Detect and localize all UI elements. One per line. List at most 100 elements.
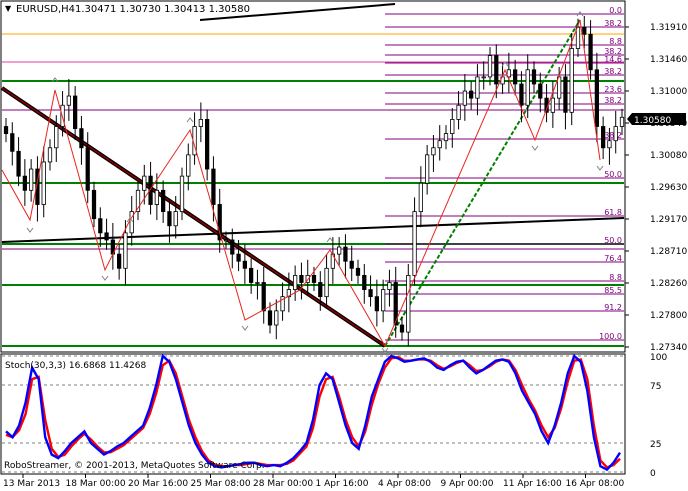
- time-tick-label: 4 Apr 08:00: [378, 479, 431, 489]
- time-tick-label: 13 Mar 2013: [3, 479, 60, 489]
- candle-body: [274, 310, 279, 326]
- candle-body: [362, 274, 367, 290]
- candle-body: [167, 211, 172, 227]
- candle-body: [387, 282, 392, 290]
- price-tick-label: 1.30080: [650, 151, 687, 161]
- fib-level-label: 23.6: [604, 85, 622, 94]
- fib-level-label: 50.0: [604, 170, 622, 179]
- price-tick-label: 1.31460: [650, 55, 687, 65]
- symbol-down-icon: ▼: [5, 4, 12, 13]
- candle-body: [173, 211, 178, 227]
- fib-level-label: 8.8: [609, 273, 622, 282]
- candle-body: [475, 76, 480, 99]
- candle-body: [3, 126, 9, 134]
- candle-body: [249, 267, 254, 283]
- candle-body: [450, 119, 455, 134]
- fib-level-label: 76.4: [604, 254, 622, 263]
- candle-body: [462, 90, 467, 106]
- fib-level-label: 14.6: [604, 55, 622, 64]
- candle-body: [299, 274, 304, 283]
- candle-body: [85, 147, 90, 191]
- fib-level-label: 0.0: [609, 6, 622, 15]
- candle-body: [223, 239, 229, 242]
- ohlc-values: 1.30471 1.30730 1.30413 1.30580: [75, 4, 250, 15]
- candle-body: [179, 175, 185, 212]
- symbol-label: EURUSD,H4: [16, 4, 75, 15]
- candle-body: [311, 274, 317, 283]
- fib-level-label: 38.2: [604, 131, 622, 140]
- time-tick-label: 16 Apr 08:00: [566, 479, 625, 489]
- candle-body: [412, 211, 417, 276]
- candle-body: [161, 189, 166, 212]
- candle-body: [418, 182, 423, 212]
- price-tick-label: 1.31000: [650, 87, 687, 97]
- candle-body: [525, 69, 530, 106]
- candle-body: [550, 97, 555, 113]
- fib-level-label: 8.8: [609, 37, 622, 46]
- candle-body: [337, 246, 342, 255]
- candle-body: [29, 168, 34, 191]
- candle-body: [91, 189, 97, 220]
- fib-level-label: 38.2: [604, 96, 622, 105]
- fib-level-label: 50.0: [604, 236, 622, 245]
- candle-body: [531, 69, 537, 85]
- candle-body: [494, 55, 499, 85]
- candle-body: [569, 48, 574, 113]
- price-tick-label: 1.28260: [650, 279, 687, 289]
- candle-body: [619, 116, 625, 127]
- candle-body: [431, 147, 436, 156]
- candle-body: [594, 69, 599, 127]
- time-tick-label: 25 Mar 08:00: [191, 479, 251, 489]
- candle-body: [236, 253, 241, 262]
- candle-body: [349, 260, 354, 269]
- candle-body: [16, 150, 21, 177]
- stoch-tick-label: 100: [650, 353, 667, 363]
- candle-body: [211, 168, 216, 205]
- fib-level-label: 38.2: [604, 67, 622, 76]
- trading-chart[interactable]: 0.038.28.838.214.638.223.638.238.250.061…: [0, 0, 688, 491]
- time-tick-label: 28 Mar 00:00: [253, 479, 313, 489]
- candle-body: [54, 126, 59, 149]
- stoch-tick-label: 25: [650, 440, 661, 450]
- candle-body: [217, 204, 222, 241]
- fib-level-label: 38.2: [604, 19, 622, 28]
- current-price-label: 1.30580: [634, 116, 671, 126]
- candle-body: [22, 175, 27, 191]
- candle-body: [613, 126, 618, 142]
- price-tick-label: 1.31910: [650, 23, 687, 33]
- candle-body: [538, 83, 543, 99]
- candle-body: [374, 296, 379, 312]
- candle-body: [142, 175, 147, 191]
- candle-body: [318, 282, 323, 298]
- candle-body: [293, 274, 298, 290]
- candle-body: [186, 154, 191, 177]
- candle-body: [575, 26, 581, 49]
- candle-body: [79, 128, 84, 149]
- candle-body: [66, 95, 71, 106]
- candle-body: [10, 133, 15, 152]
- candle-body: [456, 104, 461, 120]
- candle-body: [230, 239, 235, 255]
- candle-body: [487, 55, 493, 78]
- candle-body: [519, 83, 524, 106]
- price-tick-label: 1.29630: [650, 183, 687, 193]
- copyright-watermark: RoboStreamer, © 2001-2013, MetaQuotes So…: [4, 461, 265, 471]
- stoch-tick-label: 0: [650, 469, 656, 479]
- fib-level-label: 100.0: [599, 332, 622, 341]
- stoch-label: Stoch(30,3,3) 16.6868 11.4268: [5, 361, 146, 371]
- candle-body: [355, 267, 361, 276]
- candle-body: [267, 310, 273, 326]
- fib-level-label: 91.2: [604, 303, 622, 312]
- fib-level-label: 61.8: [604, 208, 622, 217]
- candle-body: [255, 282, 260, 284]
- price-tick-label: 1.27340: [650, 343, 687, 353]
- price-tick-label: 1.28710: [650, 247, 687, 257]
- candle-body: [41, 161, 46, 205]
- time-tick-label: 20 Mar 16:00: [128, 479, 188, 489]
- candle-body: [582, 26, 587, 35]
- candle-body: [104, 232, 109, 241]
- candle-body: [469, 90, 474, 99]
- price-tick-label: 1.29170: [650, 215, 687, 225]
- fib-level-label: 85.5: [604, 286, 622, 295]
- time-tick-label: 9 Apr 00:00: [441, 479, 494, 489]
